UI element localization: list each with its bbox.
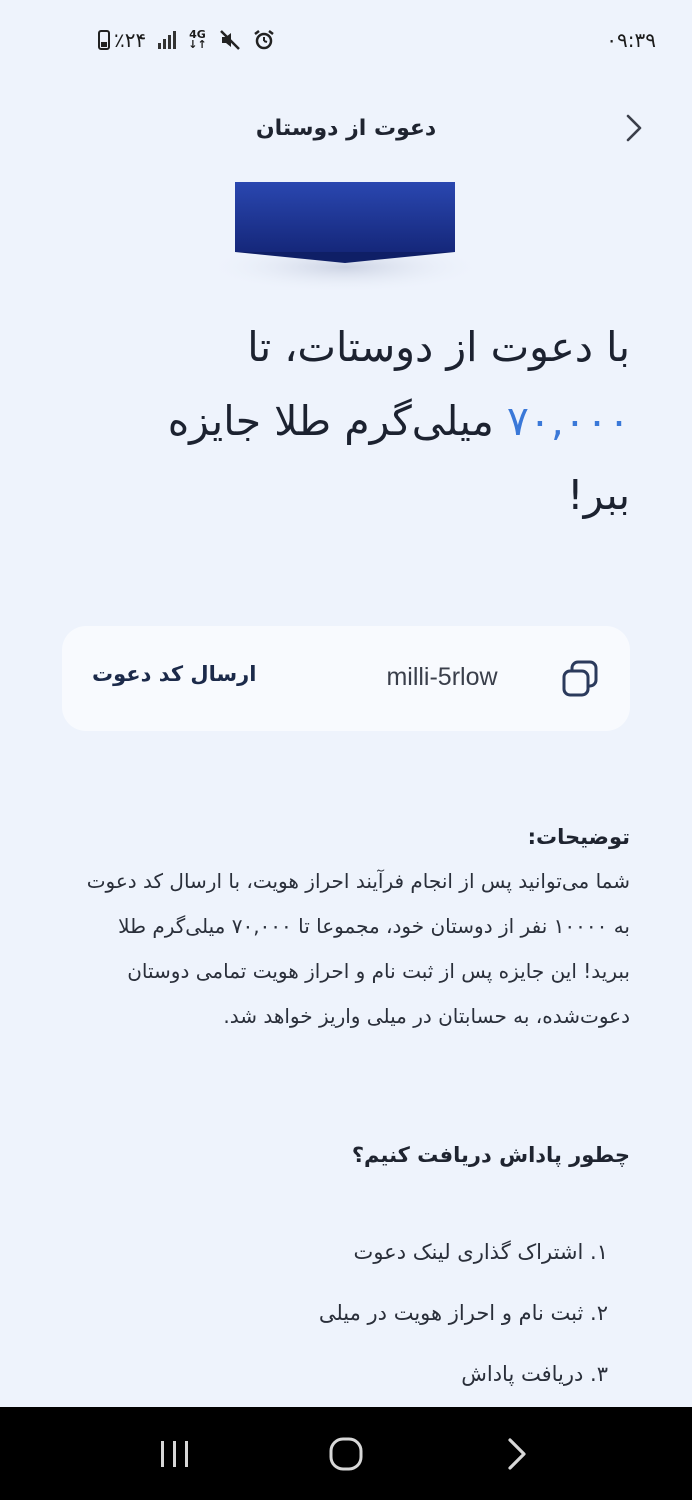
system-nav-bar <box>0 1407 692 1500</box>
network-indicator: 4G ↓↑ <box>188 29 207 51</box>
app-header: دعوت از دوستان <box>0 100 692 156</box>
headline-line-3: ببر! <box>567 471 630 519</box>
step-item: ۱. اشتراک گذاری لینک دعوت <box>353 1240 608 1264</box>
battery-icon <box>98 30 110 50</box>
step-item: ۳. دریافت پاداش <box>461 1362 608 1386</box>
send-invite-code-button[interactable]: ارسال کد دعوت <box>92 662 256 686</box>
page-title: دعوت از دوستان <box>255 115 437 141</box>
recents-icon <box>161 1440 189 1467</box>
back-button[interactable] <box>620 114 648 142</box>
invite-code-card: milli-5rlow ارسال کد دعوت <box>62 626 630 731</box>
prize-amount: ۷۰,۰۰۰ <box>506 397 630 445</box>
step-item: ۲. ثبت نام و احراز هویت در میلی <box>318 1301 608 1325</box>
nav-back-button[interactable] <box>492 1429 542 1479</box>
promo-headline: با دعوت از دوستات، تا ۷۰,۰۰۰ میلی‌گرم طل… <box>70 310 630 532</box>
headline-line-2-text: میلی‌گرم طلا جایزه <box>167 397 494 445</box>
status-icons: ٪۲۴ 4G ↓↑ <box>98 28 275 52</box>
copy-icon <box>562 660 598 697</box>
signal-icon <box>158 31 177 49</box>
battery-percent: ٪۲۴ <box>114 28 147 52</box>
home-button[interactable] <box>321 1429 371 1479</box>
copy-code-button[interactable] <box>560 659 600 699</box>
headline-line-1: با دعوت از دوستات، تا <box>247 323 630 371</box>
description-title: توضیحات: <box>527 825 630 849</box>
chevron-right-icon <box>626 114 642 142</box>
status-bar: ٪۲۴ 4G ↓↑ ۰۹:۳۹ <box>0 0 692 80</box>
how-to-title: چطور پاداش دریافت کنیم؟ <box>351 1143 630 1167</box>
battery-indicator: ٪۲۴ <box>98 28 146 52</box>
description-section: توضیحات: شما می‌توانید پس از انجام فرآین… <box>70 815 630 1039</box>
invite-code: milli-5rlow <box>386 663 498 691</box>
recents-button[interactable] <box>150 1429 200 1479</box>
headline-line-2: ۷۰,۰۰۰ میلی‌گرم طلا جایزه <box>70 384 630 458</box>
steps-list: ۱. اشتراک گذاری لینک دعوت ۲. ثبت نام و ا… <box>68 1222 608 1405</box>
data-arrows-icon: ↓↑ <box>188 38 207 51</box>
mute-icon <box>219 30 240 50</box>
status-time: ۰۹:۳۹ <box>606 28 656 52</box>
description-body: شما می‌توانید پس از انجام فرآیند احراز ه… <box>86 869 630 1028</box>
alarm-icon <box>253 30 274 50</box>
home-icon <box>329 1437 363 1470</box>
back-icon <box>508 1437 526 1470</box>
gift-box-illustration <box>205 182 485 293</box>
